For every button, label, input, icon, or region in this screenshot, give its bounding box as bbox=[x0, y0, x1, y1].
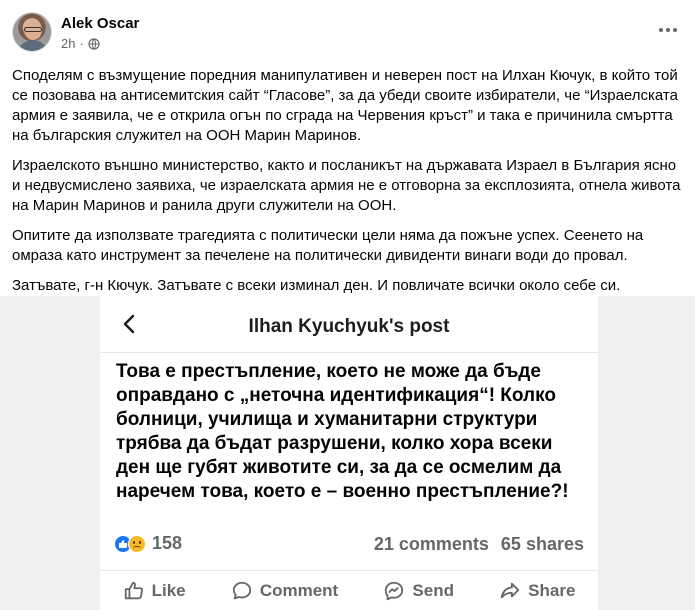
post-paragraph-1: Споделям с възмущение поредния манипулат… bbox=[12, 67, 678, 144]
globe-icon[interactable] bbox=[88, 37, 100, 50]
embedded-screenshot: Ilhan Kyuchyuk's post Това е престъплени… bbox=[100, 296, 598, 610]
reactions-summary: 158 bbox=[114, 533, 182, 554]
facebook-post: Alek Oscar 2h · Споделям с възмущение по… bbox=[0, 0, 695, 610]
send-button: Send bbox=[383, 580, 454, 602]
comment-label: Comment bbox=[259, 580, 339, 600]
reaction-count: 158 bbox=[152, 533, 183, 553]
engagement-counts: 21 comments 65 shares bbox=[374, 534, 584, 555]
comment-icon bbox=[232, 581, 251, 599]
share-label: Share bbox=[528, 580, 576, 600]
thumbs-up-icon bbox=[124, 581, 143, 599]
comment-count: 21 comments bbox=[373, 534, 489, 554]
like-label: Like bbox=[151, 580, 186, 600]
sad-reaction-icon bbox=[128, 534, 146, 553]
more-options-icon[interactable] bbox=[656, 20, 680, 40]
share-count: 65 shares bbox=[500, 534, 584, 554]
share-icon bbox=[500, 582, 520, 598]
author-name[interactable]: Alek Oscar bbox=[61, 15, 139, 32]
avatar[interactable] bbox=[12, 12, 52, 52]
messenger-icon bbox=[385, 581, 404, 600]
share-button: Share bbox=[499, 580, 575, 602]
post-paragraph-3: Опитите да използвате трагедията с полит… bbox=[12, 227, 644, 264]
post-header: Alek Oscar 2h · bbox=[12, 12, 682, 56]
divider bbox=[100, 352, 598, 353]
action-bar: Like Comment Send Share bbox=[100, 570, 598, 610]
post-meta: 2h · bbox=[61, 36, 100, 51]
post-time[interactable]: 2h bbox=[61, 36, 75, 51]
embedded-quote: Това е престъпление, което не може да бъ… bbox=[116, 361, 569, 502]
post-paragraph-2: Израелското външно министерство, както и… bbox=[12, 157, 681, 214]
embedded-title: Ilhan Kyuchyuk's post bbox=[248, 316, 450, 337]
comment-button: Comment bbox=[231, 580, 338, 602]
post-paragraph-4: Затъвате, г-н Кючук. Затъвате с всеки из… bbox=[12, 277, 621, 294]
send-label: Send bbox=[412, 580, 454, 600]
post-text: Споделям с възмущение поредния манипулат… bbox=[12, 66, 684, 306]
like-button: Like bbox=[123, 580, 186, 602]
post-image[interactable]: Ilhan Kyuchyuk's post Това е престъплени… bbox=[0, 296, 695, 610]
